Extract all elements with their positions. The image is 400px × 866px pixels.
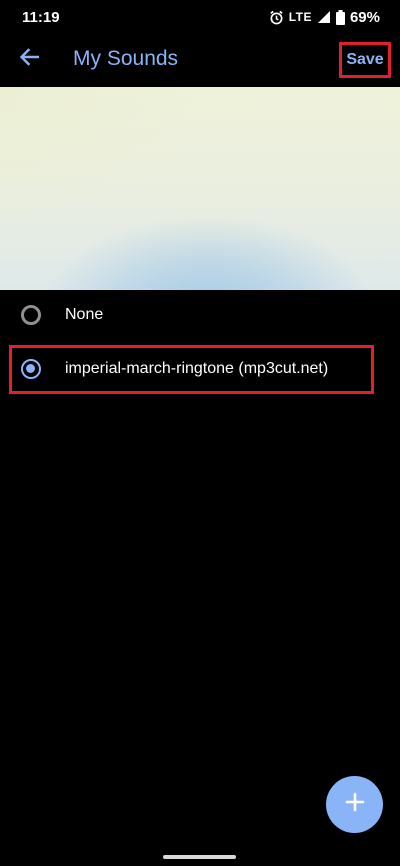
battery-icon [335, 9, 345, 25]
status-icons: LTE 69% [269, 9, 380, 26]
network-label: LTE [288, 10, 312, 24]
app-toolbar: My Sounds Save [0, 34, 400, 84]
status-bar: 11:19 LTE 69% [0, 0, 400, 34]
status-time: 11:19 [22, 8, 60, 26]
alarm-icon [269, 10, 284, 25]
gesture-nav-handle[interactable] [163, 855, 236, 859]
add-sound-button[interactable] [326, 776, 383, 833]
plus-icon [345, 792, 365, 817]
signal-icon [317, 10, 331, 24]
save-button[interactable]: Save [339, 42, 391, 78]
radio-button-unselected[interactable] [21, 305, 41, 325]
sound-option-label: imperial-march-ringtone (mp3cut.net) [65, 360, 329, 377]
sound-option-label: None [65, 306, 104, 323]
battery-percent: 69% [349, 8, 380, 26]
back-button[interactable] [10, 40, 48, 78]
sounds-banner-image [0, 87, 400, 290]
arrow-left-icon [19, 47, 40, 71]
radio-button-selected[interactable] [21, 359, 41, 379]
sound-option-none[interactable]: None [0, 290, 400, 340]
page-title: My Sounds [73, 47, 179, 70]
sound-option-imperial-march[interactable]: imperial-march-ringtone (mp3cut.net) [0, 344, 400, 394]
